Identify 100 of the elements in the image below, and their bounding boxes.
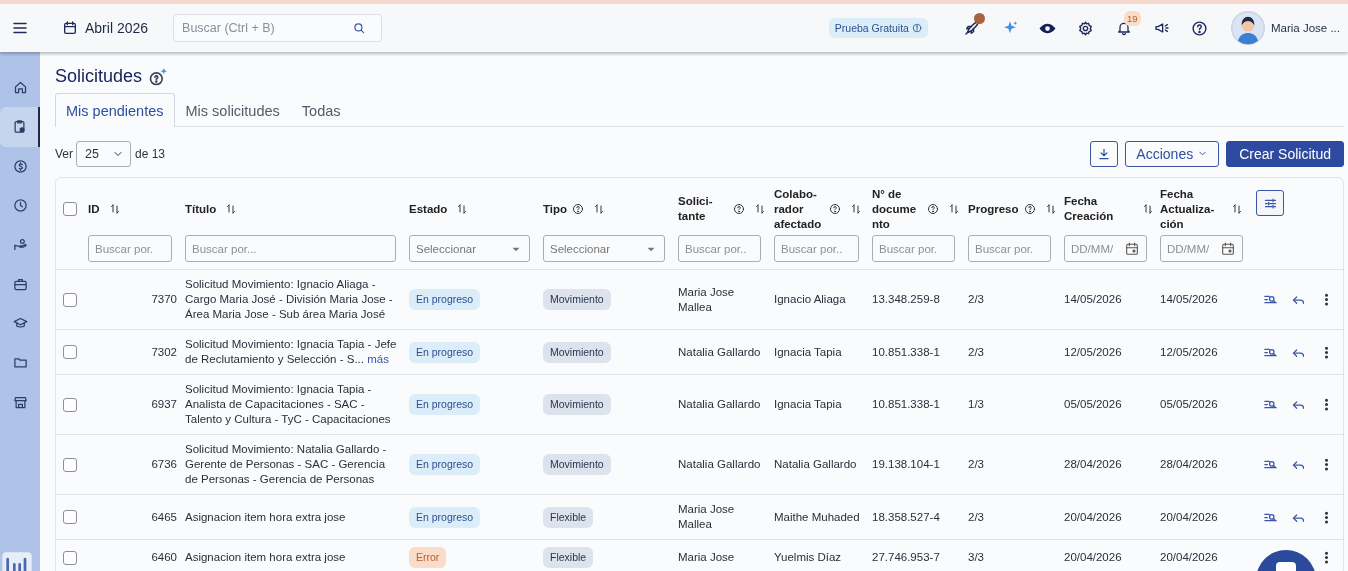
table-cell-text: 18.358.527-4 bbox=[872, 509, 941, 525]
table-cell-text: 14/05/2026 bbox=[1064, 292, 1123, 307]
sort-icon[interactable] bbox=[948, 203, 960, 215]
bell-icon[interactable] bbox=[1115, 20, 1132, 36]
table-cell-text: 3/3 bbox=[968, 550, 985, 565]
checkbox[interactable] bbox=[63, 345, 77, 359]
table-cell-text: Natalia Gallardo bbox=[678, 457, 762, 472]
table-cell-text: 20/04/2026 bbox=[1064, 509, 1123, 525]
home-icon bbox=[12, 80, 28, 96]
notification-badge: 19 bbox=[1123, 11, 1141, 26]
table-cell-text: Yuelmis Díaz bbox=[774, 550, 843, 565]
sort-icon[interactable] bbox=[1142, 203, 1154, 215]
column-header: Título bbox=[185, 201, 217, 217]
tab[interactable]: Mis pendientes bbox=[55, 93, 175, 127]
help-icon[interactable] bbox=[1023, 203, 1036, 215]
table-cell-text: 28/04/2026 bbox=[1160, 457, 1219, 472]
info-icon bbox=[911, 23, 922, 33]
table-cell-text: Ignacia Tapia bbox=[774, 397, 843, 412]
status-badge: Error bbox=[409, 547, 447, 568]
chat-button[interactable] bbox=[1256, 550, 1316, 571]
help-icon[interactable] bbox=[733, 203, 745, 215]
column-header: ID bbox=[88, 201, 100, 217]
checkbox[interactable] bbox=[63, 457, 77, 472]
dollar-icon bbox=[12, 158, 28, 174]
avatar-icon[interactable] bbox=[1230, 11, 1265, 45]
help-icon[interactable] bbox=[572, 203, 585, 215]
settings-icon[interactable] bbox=[1077, 19, 1095, 37]
help-icon[interactable] bbox=[829, 203, 841, 215]
table-cell-text: Asignacion item hora extra jose bbox=[185, 509, 347, 525]
help-icon[interactable] bbox=[927, 203, 939, 215]
page-title: Solicitudes bbox=[55, 66, 143, 87]
status-badge: En progreso bbox=[409, 506, 481, 528]
checkbox[interactable] bbox=[63, 510, 77, 524]
filter-field[interactable]: Buscar por. bbox=[872, 235, 955, 262]
total-label: de 13 bbox=[135, 146, 166, 161]
table-cell-text: 12/05/2026 bbox=[1064, 344, 1123, 360]
trial-button[interactable]: Prueba Gratuita bbox=[828, 18, 928, 38]
checkbox[interactable] bbox=[63, 397, 77, 412]
table-cell-text: Asignacion item hora extra jose bbox=[185, 550, 347, 565]
filter-field[interactable]: Buscar por. bbox=[968, 235, 1051, 262]
table-cell-text: 6937 bbox=[150, 397, 178, 412]
status-badge: En progreso bbox=[409, 454, 481, 475]
table-cell-text: 12/05/2026 bbox=[1160, 344, 1219, 360]
table-cell-text: 7370 bbox=[150, 292, 178, 307]
filter-field[interactable]: Buscar por.. bbox=[774, 235, 859, 262]
download-button[interactable] bbox=[1090, 140, 1119, 167]
table-cell-text: 2/3 bbox=[968, 292, 985, 307]
column-header: Fecha Actualiza-ción bbox=[1160, 186, 1216, 232]
filter-select[interactable]: Seleccionar bbox=[409, 235, 530, 262]
table-cell-text: 6736 bbox=[150, 457, 178, 472]
table-cell-text: 2/3 bbox=[968, 344, 985, 360]
store-icon bbox=[12, 394, 28, 410]
search-field[interactable]: Buscar (Ctrl + B) bbox=[173, 14, 383, 42]
sort-icon[interactable] bbox=[593, 203, 606, 215]
period-label[interactable]: Abril 2026 bbox=[85, 20, 149, 36]
table-cell-text: 1/3 bbox=[968, 397, 985, 412]
filter-field[interactable]: Buscar por. bbox=[88, 235, 172, 262]
table-cell-text: Natalia Gallardo bbox=[678, 397, 762, 412]
checkbox[interactable] bbox=[63, 292, 77, 307]
date-field[interactable]: DD/MM/ bbox=[1160, 235, 1243, 262]
checkbox[interactable] bbox=[63, 202, 77, 216]
user-name[interactable]: Maria Jose ... bbox=[1270, 22, 1340, 34]
page-size-select[interactable]: 25 bbox=[76, 140, 131, 167]
sort-icon[interactable] bbox=[108, 203, 121, 215]
tab[interactable]: Todas bbox=[290, 93, 352, 127]
filter-field[interactable]: Buscar por.. bbox=[678, 235, 761, 262]
type-badge: Movimiento bbox=[543, 394, 611, 415]
column-settings-button[interactable] bbox=[1256, 190, 1284, 216]
tab[interactable]: Mis solicitudes bbox=[174, 93, 291, 127]
create-button[interactable]: Crear Solicitud bbox=[1226, 140, 1344, 167]
checkbox[interactable] bbox=[63, 550, 77, 565]
megaphone-icon[interactable] bbox=[1153, 20, 1170, 36]
clock-icon bbox=[12, 198, 28, 214]
sort-icon[interactable] bbox=[1231, 203, 1243, 215]
actions-button[interactable]: Acciones bbox=[1125, 140, 1220, 167]
date-field[interactable]: DD/MM/ bbox=[1064, 235, 1147, 262]
column-header: Tipo bbox=[543, 201, 568, 217]
help-icon[interactable] bbox=[1191, 19, 1209, 37]
filter-field[interactable]: Buscar por... bbox=[185, 235, 396, 262]
sort-icon[interactable] bbox=[850, 203, 862, 215]
table-cell-text: 27.746.953-7 bbox=[872, 550, 941, 565]
table-cell-text: Solicitud Movimiento: Natalia Gallardo - Gerente de Personas - SAC - Gerencia de Personas - Gerencia de Personas bbox=[185, 442, 388, 487]
sort-icon[interactable] bbox=[456, 203, 469, 215]
table-cell-text: 7302 bbox=[150, 344, 178, 360]
help-icon[interactable] bbox=[148, 66, 169, 87]
table-cell-text: 20/04/2026 bbox=[1064, 550, 1123, 565]
more-link[interactable]: más bbox=[367, 353, 389, 365]
sort-icon[interactable] bbox=[1044, 203, 1057, 215]
table-cell-text: Natalia Gallardo bbox=[774, 457, 858, 472]
table-cell-text: Solicitud Movimiento: Ignacia Tapia - Jefe de Reclutamiento y Selección - S... más bbox=[185, 337, 398, 367]
clipboard-icon bbox=[11, 119, 27, 135]
sort-icon[interactable] bbox=[754, 203, 766, 215]
calendar-icon[interactable] bbox=[62, 20, 78, 36]
briefcase-icon bbox=[12, 276, 28, 292]
filter-select[interactable]: Seleccionar bbox=[543, 235, 665, 262]
table-cell-text: 13.348.259-8 bbox=[872, 292, 941, 307]
column-header: Solici-tante bbox=[678, 194, 714, 224]
nav-item[interactable] bbox=[0, 107, 40, 147]
column-header: Colabo-rador afectado bbox=[774, 186, 823, 232]
sort-icon[interactable] bbox=[225, 203, 238, 215]
